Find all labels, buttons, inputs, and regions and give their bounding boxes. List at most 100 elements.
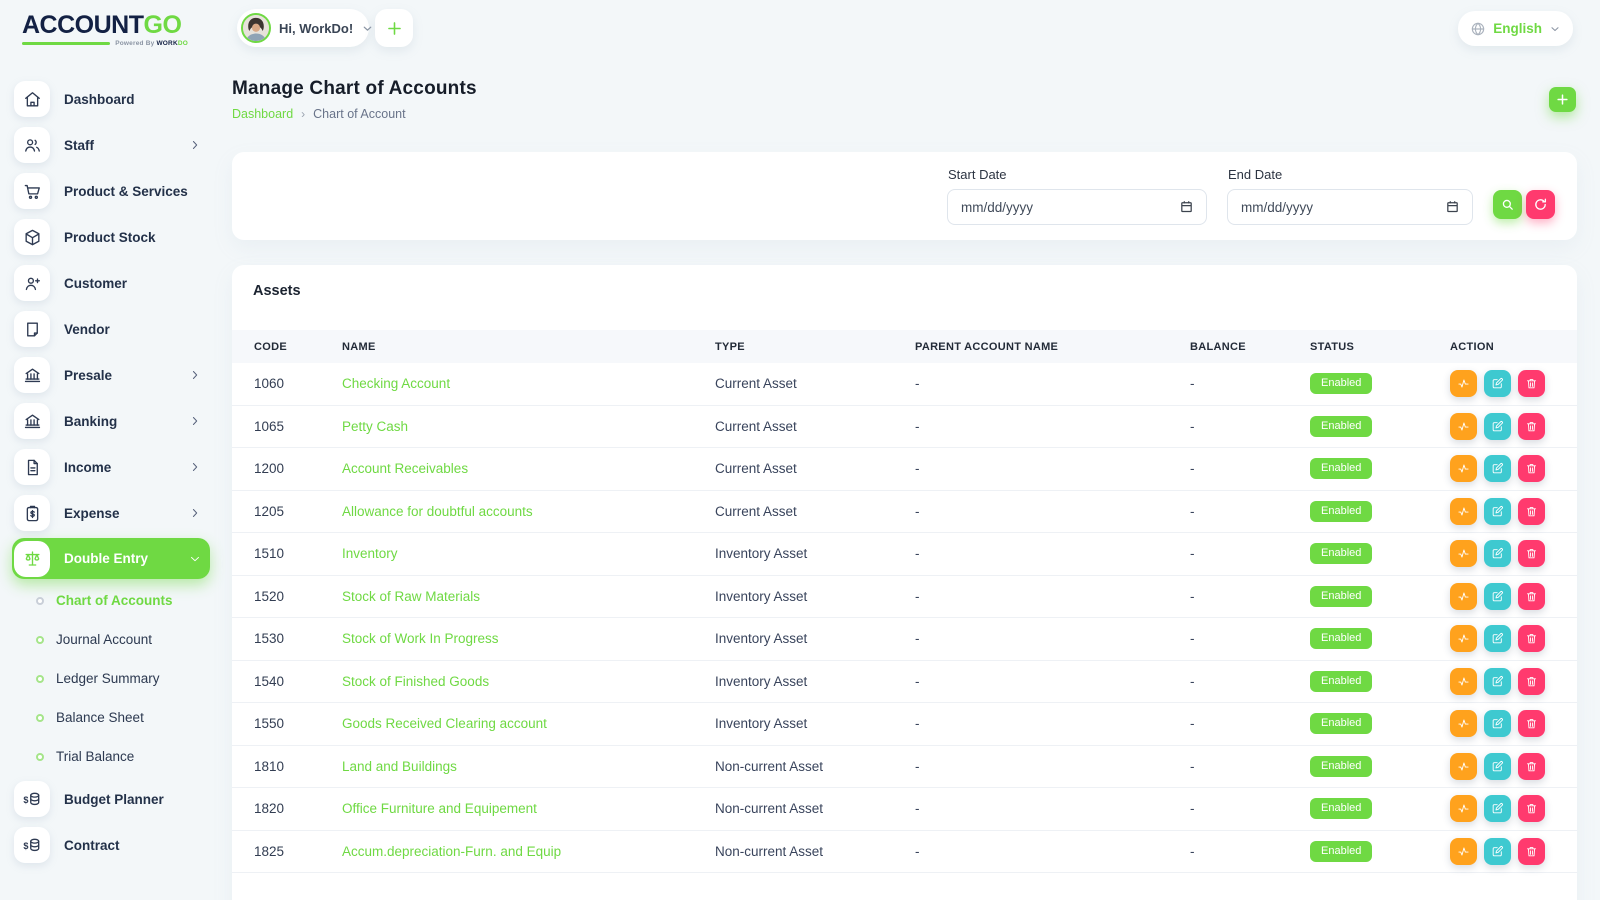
quick-add-button[interactable] [375, 9, 413, 47]
trash-button[interactable] [1518, 838, 1545, 865]
cell-code: 1820 [254, 801, 342, 816]
activity-button[interactable] [1450, 795, 1477, 822]
reset-button[interactable] [1526, 190, 1555, 219]
section-title-assets: Assets [253, 283, 301, 299]
sidebar-item-contract[interactable]: $Contract [12, 822, 210, 868]
activity-button[interactable] [1450, 413, 1477, 440]
trash-button[interactable] [1518, 455, 1545, 482]
sidebar-item-ledger-summary[interactable]: Ledger Summary [12, 659, 210, 698]
edit-button[interactable] [1484, 498, 1511, 525]
sidebar-item-double-entry[interactable]: Double Entry [12, 538, 210, 579]
trash-button[interactable] [1518, 795, 1545, 822]
cell-actions [1450, 668, 1557, 695]
sidebar-item-product-stock[interactable]: Product Stock [12, 214, 210, 260]
sidebar-item-presale[interactable]: Presale [12, 352, 210, 398]
activity-button[interactable] [1450, 625, 1477, 652]
activity-button[interactable] [1450, 710, 1477, 737]
sidebar-item-journal-account[interactable]: Journal Account [12, 620, 210, 659]
sidebar-item-label: Budget Planner [64, 792, 202, 807]
account-name-link[interactable]: Stock of Finished Goods [342, 674, 489, 689]
column-header-code: CODE [254, 341, 342, 353]
activity-button[interactable] [1450, 498, 1477, 525]
sidebar-item-banking[interactable]: Banking [12, 398, 210, 444]
start-date-input[interactable] [947, 189, 1207, 225]
sidebar-item-customer[interactable]: Customer [12, 260, 210, 306]
trash-button[interactable] [1518, 710, 1545, 737]
user-menu[interactable]: Hi, WorkDo! [237, 9, 369, 47]
account-name-link[interactable]: Stock of Raw Materials [342, 589, 480, 604]
trash-button[interactable] [1518, 413, 1545, 440]
activity-button[interactable] [1450, 370, 1477, 397]
edit-button[interactable] [1484, 540, 1511, 567]
account-name-link[interactable]: Account Receivables [342, 461, 468, 476]
account-name-link[interactable]: Checking Account [342, 376, 450, 391]
account-name-link[interactable]: Accum.depreciation-Furn. and Equip [342, 844, 561, 859]
language-selector[interactable]: English [1458, 11, 1573, 46]
sidebar-item-product-services[interactable]: Product & Services [12, 168, 210, 214]
table-header-row: CODENAMETYPEPARENT ACCOUNT NAMEBALANCEST… [232, 330, 1577, 363]
activity-button[interactable] [1450, 540, 1477, 567]
status-badge: Enabled [1310, 713, 1372, 734]
activity-button[interactable] [1450, 668, 1477, 695]
account-name-link[interactable]: Land and Buildings [342, 759, 457, 774]
sidebar-item-vendor[interactable]: Vendor [12, 306, 210, 352]
edit-button[interactable] [1484, 455, 1511, 482]
account-name-link[interactable]: Allowance for doubtful accounts [342, 504, 533, 519]
activity-button[interactable] [1450, 753, 1477, 780]
cell-parent-account: - [915, 801, 1190, 816]
sidebar-item-trial-balance[interactable]: Trial Balance [12, 737, 210, 776]
cell-balance: - [1190, 674, 1310, 689]
edit-button[interactable] [1484, 583, 1511, 610]
edit-button[interactable] [1484, 795, 1511, 822]
end-date-label: End Date [1228, 167, 1282, 182]
user-plus-icon [14, 265, 50, 301]
app-root: ACCOUNTGO Powered By WORKDO DashboardSta… [0, 0, 1600, 900]
create-account-button[interactable] [1549, 87, 1576, 112]
cell-code: 1510 [254, 546, 342, 561]
sidebar-item-staff[interactable]: Staff [12, 122, 210, 168]
home-icon [14, 81, 50, 117]
cell-name: Stock of Finished Goods [342, 674, 715, 689]
cell-status: Enabled [1310, 501, 1450, 522]
sidebar-item-income[interactable]: Income [12, 444, 210, 490]
sidebar-item-dashboard[interactable]: Dashboard [12, 76, 210, 122]
chevron-right-icon [188, 414, 202, 428]
table-row: 1825Accum.depreciation-Furn. and EquipNo… [232, 831, 1577, 874]
svg-text:$: $ [23, 841, 28, 851]
chevron-down-icon [361, 22, 374, 35]
trash-button[interactable] [1518, 540, 1545, 567]
account-name-link[interactable]: Inventory [342, 546, 398, 561]
trash-button[interactable] [1518, 668, 1545, 695]
account-name-link[interactable]: Stock of Work In Progress [342, 631, 499, 646]
breadcrumb-dashboard-link[interactable]: Dashboard [232, 107, 293, 121]
sidebar-item-chart-of-accounts[interactable]: Chart of Accounts [12, 581, 210, 620]
activity-button[interactable] [1450, 583, 1477, 610]
edit-button[interactable] [1484, 753, 1511, 780]
cell-type: Current Asset [715, 461, 915, 476]
cell-parent-account: - [915, 589, 1190, 604]
edit-button[interactable] [1484, 413, 1511, 440]
end-date-input[interactable] [1227, 189, 1473, 225]
account-name-link[interactable]: Office Furniture and Equipement [342, 801, 537, 816]
brand-logo[interactable]: ACCOUNTGO Powered By WORKDO [22, 13, 188, 47]
edit-button[interactable] [1484, 668, 1511, 695]
edit-button[interactable] [1484, 370, 1511, 397]
cell-name: Checking Account [342, 376, 715, 391]
language-label: English [1493, 21, 1542, 36]
trash-button[interactable] [1518, 753, 1545, 780]
sidebar-item-budget-planner[interactable]: $Budget Planner [12, 776, 210, 822]
trash-button[interactable] [1518, 498, 1545, 525]
search-button[interactable] [1493, 190, 1522, 219]
account-name-link[interactable]: Goods Received Clearing account [342, 716, 547, 731]
trash-button[interactable] [1518, 583, 1545, 610]
activity-button[interactable] [1450, 838, 1477, 865]
account-name-link[interactable]: Petty Cash [342, 419, 408, 434]
activity-button[interactable] [1450, 455, 1477, 482]
trash-button[interactable] [1518, 625, 1545, 652]
sidebar-item-expense[interactable]: Expense [12, 490, 210, 536]
edit-button[interactable] [1484, 625, 1511, 652]
sidebar-item-balance-sheet[interactable]: Balance Sheet [12, 698, 210, 737]
edit-button[interactable] [1484, 710, 1511, 737]
edit-button[interactable] [1484, 838, 1511, 865]
trash-button[interactable] [1518, 370, 1545, 397]
